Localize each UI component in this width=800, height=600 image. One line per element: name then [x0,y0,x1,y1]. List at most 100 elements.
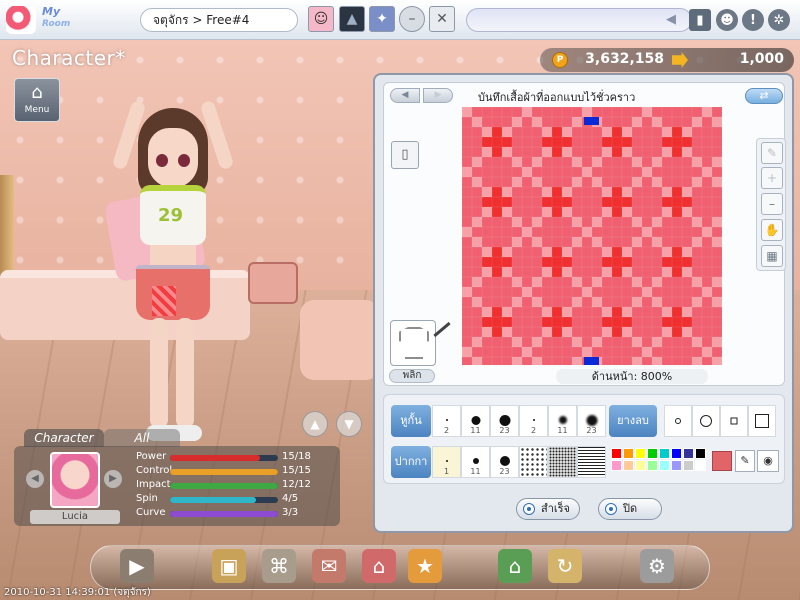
rotate-down-button[interactable]: ▼ [336,411,362,437]
save-file-icon[interactable]: ▯ [391,141,419,169]
next-button[interactable]: ▶ [423,88,453,103]
exit-door-icon[interactable]: ▶ [120,549,154,583]
character-figure[interactable]: 29 [111,99,235,445]
pixel [552,147,562,157]
palette-swatch[interactable] [611,448,622,459]
game-logo-icon[interactable] [6,6,36,34]
palette-swatch[interactable] [623,448,634,459]
pixel [572,117,582,127]
star-icon[interactable]: ★ [408,549,442,583]
refresh-icon[interactable]: ↻ [548,549,582,583]
pixel [622,267,632,277]
palette-swatch[interactable] [671,460,682,471]
furniture-icon[interactable]: ▣ [212,549,246,583]
pixel [542,307,552,317]
pixel [592,297,602,307]
book-icon[interactable]: ▮ [689,9,711,31]
pixel [512,217,522,227]
pixel [562,307,572,317]
palette-swatch[interactable] [623,460,634,471]
pen-size-option[interactable]: 1 [432,446,461,478]
zoom-out-icon[interactable]: – [761,193,783,215]
close-icon[interactable]: ✕ [429,6,455,32]
pattern-texture-option[interactable] [519,446,548,478]
zoom-in-icon[interactable]: + [761,167,783,189]
palette-swatch[interactable] [635,448,646,459]
eraser-size-option[interactable] [720,405,748,437]
skirt-pattern-preview [152,286,176,316]
megaphone-icon[interactable]: ◀ [666,12,684,28]
alert-icon[interactable]: ! [742,9,764,31]
brush-size-option[interactable]: 23 [490,405,519,437]
palette-swatch[interactable] [683,448,694,459]
hand-icon[interactable]: ✋ [761,219,783,241]
settings-panel-icon[interactable]: ⚙ [640,549,674,583]
previous-button[interactable]: ◀ [390,88,420,103]
pencil-icon[interactable]: ✎ [761,142,783,164]
user-icon[interactable]: ☻ [716,9,738,31]
wardrobe-icon[interactable]: ⌘ [262,549,296,583]
menu-button[interactable]: ⌂ Menu [14,78,60,122]
eraser-size-option[interactable] [692,405,720,437]
palette-swatch[interactable] [611,460,622,471]
brush-size-option[interactable]: 23 [577,405,606,437]
brush-size-option[interactable]: 11 [548,405,577,437]
eraser-size-option[interactable] [664,405,692,437]
close-button[interactable]: ปิด [598,498,662,520]
palette-swatch[interactable] [683,460,694,471]
prev-character-button[interactable]: ◀ [26,470,44,488]
palette-swatch[interactable] [647,448,658,459]
brush-size-option[interactable]: 2 [519,405,548,437]
flip-button[interactable]: พลิก [389,369,435,383]
pixel [542,267,552,277]
tab-character[interactable]: Character [24,429,104,447]
next-character-button[interactable]: ▶ [104,470,122,488]
rotate-up-button[interactable]: ▲ [302,411,328,437]
eyedropper-icon[interactable]: ✎ [735,450,755,472]
pixel [482,207,492,217]
shirt-preview[interactable] [390,320,436,366]
swap-view-icon[interactable]: ⇄ [745,88,783,104]
bucket-fill-icon[interactable]: ◉ [757,450,779,472]
palette-swatch[interactable] [695,460,706,471]
pen-size-option[interactable]: 11 [461,446,490,478]
avatar-button[interactable]: ☺ [308,6,334,32]
pixel-canvas[interactable] [462,107,722,365]
pixel [692,277,702,287]
palette-swatch[interactable] [659,448,670,459]
palette-swatch[interactable] [635,460,646,471]
wing-icon[interactable]: ✦ [369,6,395,32]
palette-swatch[interactable] [659,460,670,471]
pattern-texture-option[interactable] [577,446,606,478]
home-icon[interactable]: ⌂ [362,549,396,583]
pixel [652,177,662,187]
palette-swatch[interactable] [647,460,658,471]
tab-all[interactable]: All [104,429,180,447]
eraser-size-option[interactable] [748,405,776,437]
pattern-texture-option[interactable] [548,446,577,478]
pixel [632,357,642,365]
pen-size-option[interactable]: 23 [490,446,519,478]
chat-input[interactable] [466,8,692,32]
pixel [672,197,682,207]
pixel [602,187,612,197]
complete-button[interactable]: สำเร็จ [516,498,580,520]
character-name: Lucia [30,510,120,524]
palette-swatch[interactable] [695,448,706,459]
pixel [672,247,682,257]
gear-icon[interactable]: ✲ [768,9,790,31]
house-move-icon[interactable]: ⌂ [498,549,532,583]
my-room-logo[interactable]: My Room [42,6,104,34]
pixel [582,107,592,117]
pixel [672,257,682,267]
pixel [622,137,632,147]
minimize-icon[interactable]: – [399,6,425,32]
location-display[interactable]: จตุจักร > Free#4 [140,8,298,32]
grid-icon[interactable]: ▦ [761,245,783,267]
current-color-swatch[interactable] [712,451,732,471]
outfit-icon[interactable]: ▲ [339,6,365,32]
brush-size-option[interactable]: 11 [461,405,490,437]
palette-swatch[interactable] [671,448,682,459]
gift-icon[interactable]: ✉ [312,549,346,583]
brush-size-option[interactable]: 2 [432,405,461,437]
